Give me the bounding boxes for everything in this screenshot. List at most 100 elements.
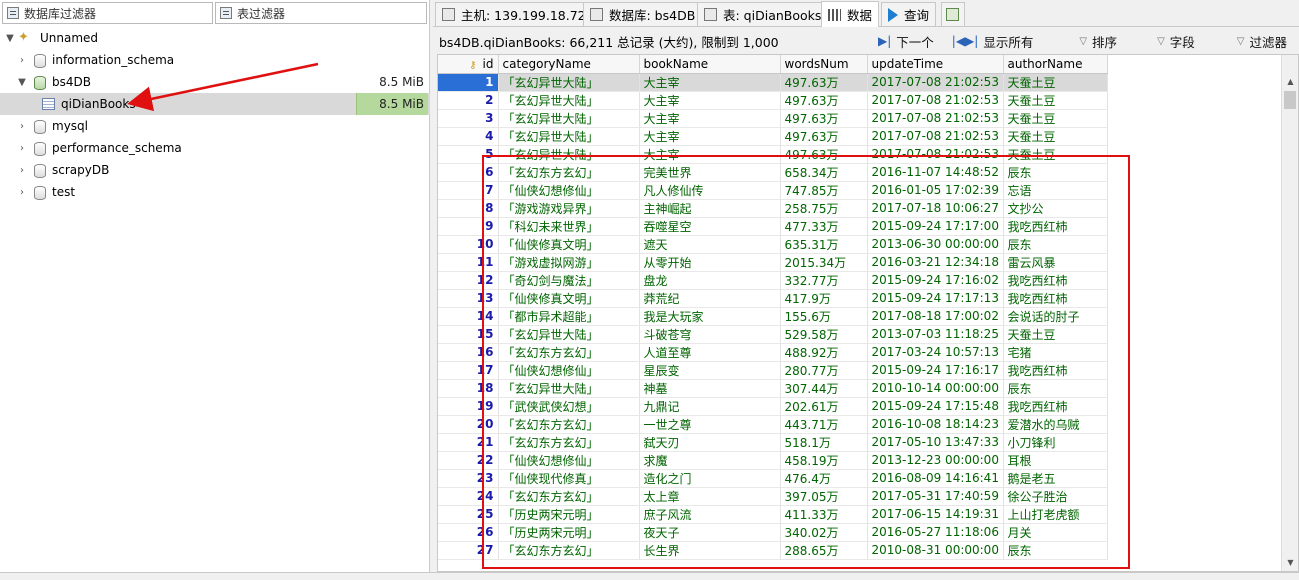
cell-bookname[interactable]: 主神崛起 — [639, 199, 781, 218]
cell-categoryname[interactable]: 「奇幻剑与魔法」 — [498, 271, 640, 290]
cell-id[interactable]: 2 — [438, 91, 499, 110]
cell-categoryname[interactable]: 「仙侠幻想修仙」 — [498, 361, 640, 380]
tab-query[interactable]: 查询 — [881, 2, 937, 26]
cell-categoryname[interactable]: 「游戏游戏异界」 — [498, 199, 640, 218]
cell-wordsnum[interactable]: 202.61万 — [780, 397, 868, 416]
cell-categoryname[interactable]: 「玄幻东方玄幻」 — [498, 487, 640, 506]
cell-wordsnum[interactable]: 635.31万 — [780, 235, 868, 254]
cell-bookname[interactable]: 神墓 — [639, 379, 781, 398]
chevron-down-icon[interactable]: ▼ — [16, 77, 28, 88]
table-row[interactable]: 19 「武侠武侠幻想」 九鼎记 202.61万 2015-09-24 17:15:48 我… — [438, 397, 1108, 416]
table-row[interactable]: 24 「玄幻东方玄幻」 太上章 397.05万 2017-05-31 17:40:59 徐… — [438, 487, 1108, 506]
table-row[interactable]: 12 「奇幻剑与魔法」 盘龙 332.77万 2015-09-24 17:16:02 我吃… — [438, 271, 1108, 290]
tree-db-scrapydb[interactable]: › scrapyDB — [0, 159, 430, 181]
table-row[interactable]: 10 「仙侠修真文明」 遮天 635.31万 2013-06-30 00:00:00 辰东 — [438, 235, 1108, 254]
cell-wordsnum[interactable]: 497.63万 — [780, 91, 868, 110]
tree-db-mysql[interactable]: › mysql — [0, 115, 430, 137]
cell-wordsnum[interactable]: 397.05万 — [780, 487, 868, 506]
cell-updatetime[interactable]: 2017-03-24 10:57:13 — [867, 343, 1004, 362]
cell-updatetime[interactable]: 2015-09-24 17:17:00 — [867, 217, 1004, 236]
cell-authorname[interactable]: 忘语 — [1003, 181, 1108, 200]
table-row[interactable]: 4 「玄幻异世大陆」 大主宰 497.63万 2017-07-08 21:02:53 天蚕… — [438, 127, 1108, 146]
cell-wordsnum[interactable]: 2015.34万 — [780, 253, 868, 272]
cell-bookname[interactable]: 完美世界 — [639, 163, 781, 182]
cell-authorname[interactable]: 我吃西红柿 — [1003, 217, 1108, 236]
table-row[interactable]: 9 「科幻未来世界」 吞噬星空 477.33万 2015-09-24 17:17:00 我… — [438, 217, 1108, 236]
chevron-right-icon[interactable]: › — [16, 165, 28, 176]
cell-wordsnum[interactable]: 488.92万 — [780, 343, 868, 362]
cell-id[interactable]: 23 — [438, 469, 499, 488]
cell-authorname[interactable]: 耳根 — [1003, 451, 1108, 470]
cell-wordsnum[interactable]: 443.71万 — [780, 415, 868, 434]
cell-wordsnum[interactable]: 280.77万 — [780, 361, 868, 380]
cell-id[interactable]: 8 — [438, 199, 499, 218]
cell-wordsnum[interactable]: 497.63万 — [780, 109, 868, 128]
cell-id[interactable]: 3 — [438, 109, 499, 128]
cell-authorname[interactable]: 爱潜水的乌贼 — [1003, 415, 1108, 434]
cell-updatetime[interactable]: 2017-07-08 21:02:53 — [867, 127, 1004, 146]
cell-categoryname[interactable]: 「玄幻东方玄幻」 — [498, 541, 640, 560]
table-row[interactable]: 20 「玄幻东方玄幻」 一世之尊 443.71万 2016-10-08 18:14:23… — [438, 415, 1108, 434]
cell-categoryname[interactable]: 「玄幻东方玄幻」 — [498, 343, 640, 362]
table-row[interactable]: 27 「玄幻东方玄幻」 长生界 288.65万 2010-08-31 00:00:00 辰… — [438, 541, 1108, 560]
column-header-id[interactable]: ⚷ id — [438, 55, 499, 74]
table-row[interactable]: 13 「仙侠修真文明」 莽荒纪 417.9万 2015-09-24 17:17:13 我吃… — [438, 289, 1108, 308]
cell-authorname[interactable]: 我吃西红柿 — [1003, 361, 1108, 380]
cell-bookname[interactable]: 求魔 — [639, 451, 781, 470]
cell-id[interactable]: 20 — [438, 415, 499, 434]
cell-bookname[interactable]: 太上章 — [639, 487, 781, 506]
cell-categoryname[interactable]: 「都市异术超能」 — [498, 307, 640, 326]
cell-updatetime[interactable]: 2013-06-30 00:00:00 — [867, 235, 1004, 254]
cell-id[interactable]: 6 — [438, 163, 499, 182]
table-row[interactable]: 21 「玄幻东方玄幻」 弑天刃 518.1万 2017-05-10 13:47:33 小刀… — [438, 433, 1108, 452]
cell-wordsnum[interactable]: 340.02万 — [780, 523, 868, 542]
cell-bookname[interactable]: 造化之门 — [639, 469, 781, 488]
cell-updatetime[interactable]: 2010-10-14 00:00:00 — [867, 379, 1004, 398]
cell-id[interactable]: 27 — [438, 541, 499, 560]
cell-id[interactable]: 24 — [438, 487, 499, 506]
cell-updatetime[interactable]: 2016-10-08 18:14:23 — [867, 415, 1004, 434]
cell-id[interactable]: 5 — [438, 145, 499, 164]
cell-authorname[interactable]: 天蚕土豆 — [1003, 145, 1108, 164]
cell-bookname[interactable]: 大主宰 — [639, 109, 781, 128]
table-row[interactable]: 25 「历史两宋元明」 庶子风流 411.33万 2017-06-15 14:19:31… — [438, 505, 1108, 524]
cell-authorname[interactable]: 鹅是老五 — [1003, 469, 1108, 488]
cell-updatetime[interactable]: 2016-03-21 12:34:18 — [867, 253, 1004, 272]
cell-categoryname[interactable]: 「仙侠幻想修仙」 — [498, 451, 640, 470]
tree-db-performance-schema[interactable]: › performance_schema — [0, 137, 430, 159]
cell-updatetime[interactable]: 2015-09-24 17:16:17 — [867, 361, 1004, 380]
tree-db-information-schema[interactable]: › information_schema — [0, 49, 430, 71]
cell-id[interactable]: 14 — [438, 307, 499, 326]
cell-wordsnum[interactable]: 258.75万 — [780, 199, 868, 218]
tab-table[interactable]: 表: qiDianBooks — [697, 2, 829, 26]
cell-id[interactable]: 21 — [438, 433, 499, 452]
cell-categoryname[interactable]: 「玄幻异世大陆」 — [498, 379, 640, 398]
table-row[interactable]: 2 「玄幻异世大陆」 大主宰 497.63万 2017-07-08 21:02:53 天蚕… — [438, 91, 1108, 110]
show-all-button[interactable]: |◀▶| 显示所有 — [952, 32, 1034, 51]
column-header-wordsnum[interactable]: wordsNum — [780, 55, 868, 74]
cell-wordsnum[interactable]: 518.1万 — [780, 433, 868, 452]
cell-categoryname[interactable]: 「玄幻东方玄幻」 — [498, 415, 640, 434]
cell-wordsnum[interactable]: 332.77万 — [780, 271, 868, 290]
table-row[interactable]: 23 「仙侠现代修真」 造化之门 476.4万 2016-08-09 14:16:41 鹅… — [438, 469, 1108, 488]
cell-wordsnum[interactable]: 411.33万 — [780, 505, 868, 524]
cell-bookname[interactable]: 庶子风流 — [639, 505, 781, 524]
cell-authorname[interactable]: 辰东 — [1003, 163, 1108, 182]
cell-id[interactable]: 1 — [438, 73, 499, 92]
cell-categoryname[interactable]: 「仙侠幻想修仙」 — [498, 181, 640, 200]
chevron-right-icon[interactable]: › — [16, 187, 28, 198]
cell-bookname[interactable]: 吞噬星空 — [639, 217, 781, 236]
cell-wordsnum[interactable]: 155.6万 — [780, 307, 868, 326]
cell-updatetime[interactable]: 2017-07-08 21:02:53 — [867, 91, 1004, 110]
cell-authorname[interactable]: 宅猪 — [1003, 343, 1108, 362]
cell-categoryname[interactable]: 「玄幻异世大陆」 — [498, 109, 640, 128]
cell-updatetime[interactable]: 2017-07-08 21:02:53 — [867, 145, 1004, 164]
cell-authorname[interactable]: 辰东 — [1003, 235, 1108, 254]
vertical-scrollbar[interactable]: ▲ ▼ — [1281, 55, 1298, 571]
cell-authorname[interactable]: 月关 — [1003, 523, 1108, 542]
cell-id[interactable]: 15 — [438, 325, 499, 344]
cell-id[interactable]: 18 — [438, 379, 499, 398]
cell-updatetime[interactable]: 2015-09-24 17:16:02 — [867, 271, 1004, 290]
cell-authorname[interactable]: 徐公子胜治 — [1003, 487, 1108, 506]
filter-button[interactable]: ▽ 过滤器 — [1237, 32, 1287, 51]
